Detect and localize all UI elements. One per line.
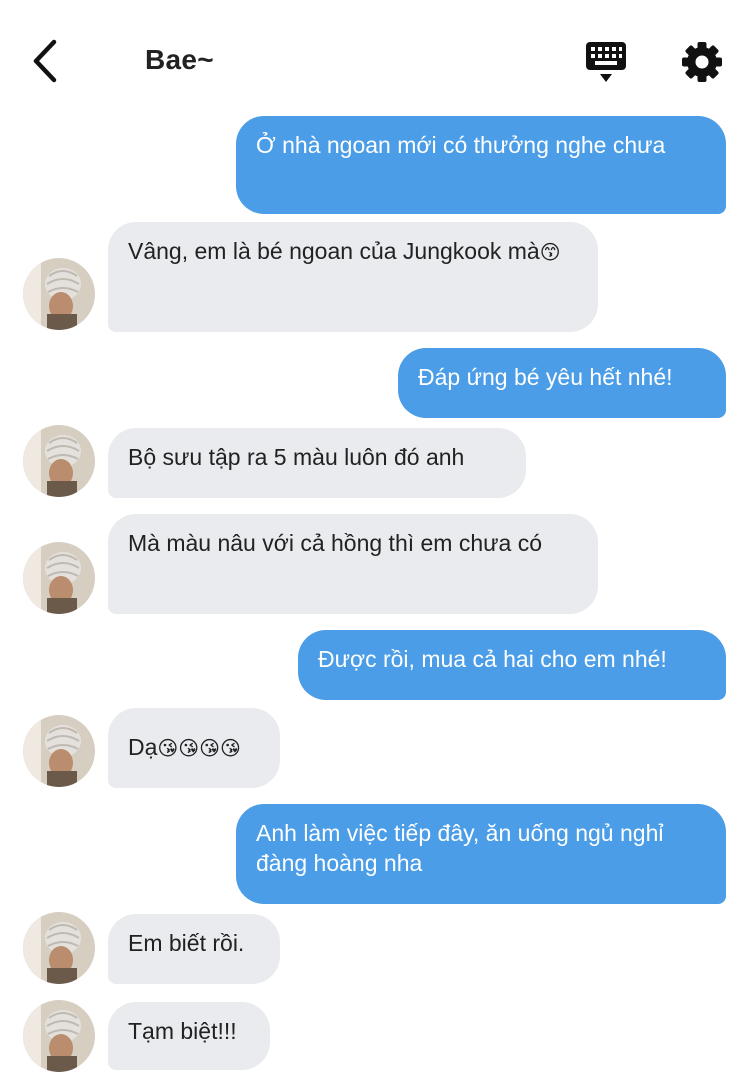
avatar[interactable] bbox=[23, 912, 95, 984]
message-text: Em biết rồi. bbox=[128, 930, 245, 956]
received-message[interactable]: Vâng, em là bé ngoan của Jungkook mà😙 bbox=[108, 222, 598, 332]
emoji: 😙 bbox=[539, 240, 561, 264]
message-text: Ở nhà ngoan mới có thưởng nghe chưa bbox=[256, 132, 666, 158]
sent-message[interactable]: Được rồi, mua cả hai cho em nhé! bbox=[298, 630, 726, 700]
contact-name: Bae~ bbox=[145, 44, 214, 75]
message-text: Được rồi, mua cả hai cho em nhé! bbox=[318, 646, 667, 672]
avatar-photo bbox=[23, 258, 95, 330]
emoji: 😘😘😘😘 bbox=[157, 736, 241, 760]
received-message[interactable]: Em biết rồi. bbox=[108, 914, 280, 984]
sent-message[interactable]: Anh làm việc tiếp đây, ăn uống ngủ nghỉ … bbox=[236, 804, 726, 904]
avatar-photo bbox=[23, 912, 95, 984]
received-message[interactable]: Bộ sưu tập ra 5 màu luôn đó anh bbox=[108, 428, 526, 498]
message-text: Vâng, em là bé ngoan của Jungkook mà bbox=[128, 238, 540, 264]
avatar[interactable] bbox=[23, 542, 95, 614]
avatar-photo bbox=[23, 715, 95, 787]
avatar[interactable] bbox=[23, 425, 95, 497]
gear-icon bbox=[682, 42, 722, 82]
keyboard-icon bbox=[586, 42, 626, 82]
settings-button[interactable] bbox=[680, 40, 724, 84]
message-text: Tạm biệt!!! bbox=[128, 1018, 237, 1044]
message-text: Dạ bbox=[128, 734, 158, 760]
avatar[interactable] bbox=[23, 258, 95, 330]
sent-message[interactable]: Ở nhà ngoan mới có thưởng nghe chưa bbox=[236, 116, 726, 214]
avatar-photo bbox=[23, 542, 95, 614]
chat-header: Bae~ bbox=[0, 0, 750, 112]
avatar-photo bbox=[23, 425, 95, 497]
received-message[interactable]: Mà màu nâu với cả hồng thì em chưa có bbox=[108, 514, 598, 614]
keyboard-button[interactable] bbox=[584, 40, 628, 86]
avatar-photo bbox=[23, 1000, 95, 1072]
sent-message[interactable]: Đáp ứng bé yêu hết nhé! bbox=[398, 348, 726, 418]
message-text: Đáp ứng bé yêu hết nhé! bbox=[418, 364, 673, 390]
message-text: Mà màu nâu với cả hồng thì em chưa có bbox=[128, 530, 543, 556]
received-message[interactable]: Dạ😘😘😘😘 bbox=[108, 708, 280, 788]
received-message[interactable]: Tạm biệt!!! bbox=[108, 1002, 270, 1070]
back-button[interactable] bbox=[28, 38, 68, 84]
avatar[interactable] bbox=[23, 715, 95, 787]
message-text: Anh làm việc tiếp đây, ăn uống ngủ nghỉ … bbox=[256, 820, 664, 876]
message-text: Bộ sưu tập ra 5 màu luôn đó anh bbox=[128, 444, 465, 470]
chevron-left-icon bbox=[33, 39, 57, 83]
avatar[interactable] bbox=[23, 1000, 95, 1072]
